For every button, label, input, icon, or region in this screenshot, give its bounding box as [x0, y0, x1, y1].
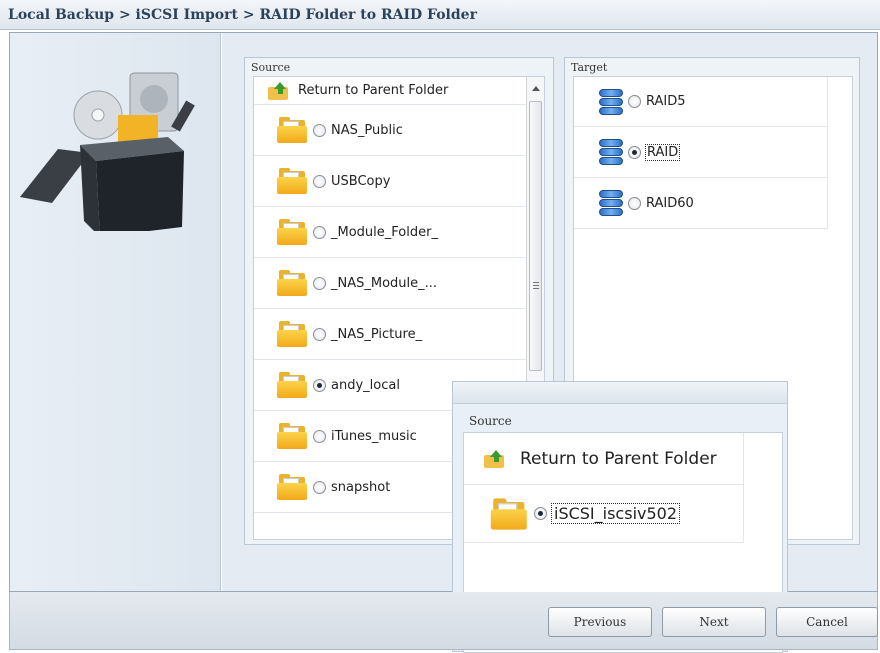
folder-label: andy_local — [331, 377, 400, 393]
folder-icon — [490, 497, 529, 530]
folder-radio[interactable] — [534, 507, 547, 520]
list-item[interactable]: _NAS_Module_... — [254, 258, 544, 309]
next-button[interactable]: Next — [662, 607, 766, 637]
folder-radio[interactable] — [313, 429, 326, 443]
return-parent-label: Return to Parent Folder — [520, 448, 717, 469]
list-item[interactable]: iSCSI_iscsiv502 — [464, 485, 744, 543]
return-to-parent-row[interactable]: Return to Parent Folder — [254, 77, 544, 105]
wizard-sidebar — [10, 33, 221, 591]
raid-label: RAID5 — [646, 94, 686, 109]
folder-label: snapshot — [331, 479, 391, 495]
raid-radio[interactable] — [628, 196, 641, 210]
folder-radio[interactable] — [313, 174, 326, 188]
folder-radio[interactable] — [313, 378, 326, 392]
overlay-source-header — [453, 382, 787, 404]
list-item[interactable]: NAS_Public — [254, 105, 544, 156]
folder-icon — [277, 372, 309, 398]
folder-radio[interactable] — [313, 276, 326, 290]
folder-icon — [277, 423, 309, 449]
scrollbar-thumb[interactable] — [529, 101, 542, 371]
return-parent-label: Return to Parent Folder — [298, 83, 449, 98]
source-title: Source — [251, 61, 291, 74]
return-parent-icon — [268, 81, 290, 100]
folder-label: NAS_Public — [331, 122, 403, 138]
folder-icon — [277, 117, 309, 143]
raid-radio[interactable] — [628, 145, 641, 159]
overlay-source-title: Source — [469, 414, 512, 428]
database-icon — [598, 188, 624, 218]
list-item[interactable]: RAID5 — [574, 77, 828, 127]
return-parent-icon — [484, 449, 506, 468]
database-icon — [598, 87, 624, 117]
folder-label: _NAS_Module_... — [331, 275, 438, 291]
title-bar: Local Backup > iSCSI Import > RAID Folde… — [0, 0, 880, 30]
list-item[interactable]: RAID — [574, 127, 828, 178]
folder-icon — [277, 321, 309, 347]
breadcrumb: Local Backup > iSCSI Import > RAID Folde… — [8, 7, 477, 23]
folder-label: _Module_Folder_ — [331, 224, 438, 240]
scroll-up-icon[interactable] — [532, 86, 540, 91]
source-scrollbar[interactable] — [526, 77, 544, 397]
folder-radio[interactable] — [313, 327, 326, 341]
folder-icon — [277, 474, 309, 500]
database-icon — [598, 137, 624, 167]
folder-label: iSCSI_iscsiv502 — [550, 503, 681, 524]
list-item[interactable]: _NAS_Picture_ — [254, 309, 544, 360]
target-title: Target — [571, 61, 608, 74]
raid-label: RAID — [644, 143, 681, 161]
raid-radio[interactable] — [628, 95, 641, 108]
folder-icon — [277, 270, 309, 296]
return-to-parent-row[interactable]: Return to Parent Folder — [464, 433, 744, 485]
raid-label: RAID60 — [646, 195, 694, 211]
folder-radio[interactable] — [313, 225, 326, 239]
previous-button[interactable]: Previous — [548, 607, 652, 637]
backup-box-illustration — [20, 72, 195, 231]
folder-radio[interactable] — [313, 480, 326, 494]
folder-radio[interactable] — [313, 123, 326, 137]
folder-label: iTunes_music — [331, 428, 417, 444]
folder-icon — [277, 168, 309, 194]
cancel-button[interactable]: Cancel — [776, 607, 878, 637]
folder-label: _NAS_Picture_ — [331, 326, 423, 342]
list-item[interactable]: RAID60 — [574, 178, 828, 229]
list-item[interactable]: _Module_Folder_ — [254, 207, 544, 258]
folder-label: USBCopy — [331, 173, 391, 189]
wizard-footer: Previous Next Cancel — [9, 592, 878, 650]
list-item[interactable]: USBCopy — [254, 156, 544, 207]
folder-icon — [277, 219, 309, 245]
